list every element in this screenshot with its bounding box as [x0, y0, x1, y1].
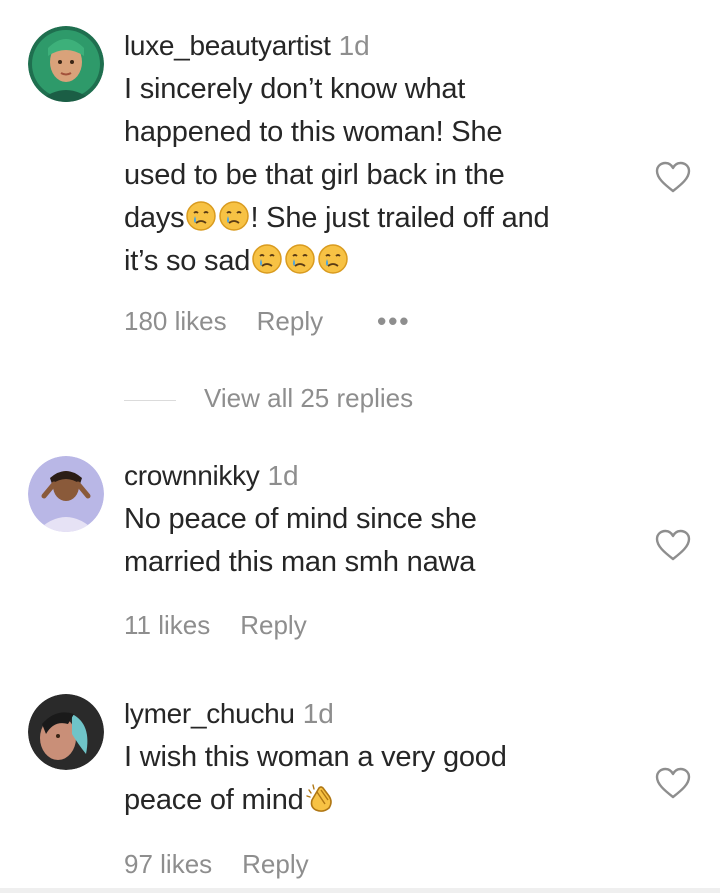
profile-photo-icon [28, 456, 104, 532]
reply-button[interactable]: Reply [240, 610, 306, 641]
likes-count[interactable]: 180 likes [124, 306, 227, 337]
comment-line: I wish this woman a very good [124, 741, 507, 773]
comment-line: used to be that girl back in the [124, 159, 505, 191]
like-heart-icon[interactable] [654, 528, 692, 562]
crying-face-emoji-icon [317, 243, 349, 275]
avatar-lymer-chuchu[interactable] [28, 694, 104, 770]
comment-text: I sincerely don’t know what happened to … [124, 68, 644, 283]
comment-text: I wish this woman a very good peace of m… [124, 736, 644, 822]
comment-meta: 180 likes Reply ••• [124, 306, 410, 337]
profile-photo-icon [28, 694, 104, 770]
crying-face-emoji-icon [185, 200, 217, 232]
likes-count[interactable]: 97 likes [124, 849, 212, 880]
like-heart-icon[interactable] [654, 766, 692, 800]
comment-header: crownnikky 1d [124, 458, 644, 494]
comment-text: No peace of mind since she married this … [124, 498, 644, 584]
avatar-crownnikky[interactable] [28, 456, 104, 532]
view-replies-label[interactable]: View all 25 replies [204, 383, 413, 413]
bottom-divider [0, 888, 720, 893]
view-replies-button[interactable]: View all 25 replies [124, 383, 413, 414]
comment-line: it’s so sad [124, 240, 644, 283]
comment-line: married this man smh nawa [124, 546, 476, 578]
comment-body: crownnikky 1d No peace of mind since she … [124, 458, 644, 584]
clapping-hands-emoji-icon [305, 782, 337, 814]
username[interactable]: crownnikky [124, 460, 260, 491]
reply-button[interactable]: Reply [257, 306, 323, 337]
timestamp[interactable]: 1d [267, 460, 298, 491]
replies-divider [124, 399, 176, 401]
more-options-icon[interactable]: ••• [377, 306, 410, 337]
comment-line: days ! She just trailed off and [124, 197, 644, 240]
comment-body: lymer_chuchu 1d I wish this woman a very … [124, 696, 644, 822]
crying-face-emoji-icon [218, 200, 250, 232]
timestamp[interactable]: 1d [339, 30, 370, 61]
avatar-luxe-beautyartist[interactable] [28, 26, 104, 102]
comment-header: lymer_chuchu 1d [124, 696, 644, 732]
profile-photo-icon [28, 26, 104, 102]
comment-line: peace of mind [124, 779, 644, 822]
comment-text-fragment: ! She just trailed off and [250, 202, 550, 234]
comment-text-fragment: days [124, 202, 185, 234]
likes-count[interactable]: 11 likes [124, 610, 210, 641]
username[interactable]: luxe_beautyartist [124, 30, 331, 61]
comment-header: luxe_beautyartist 1d [124, 28, 644, 64]
like-heart-icon[interactable] [654, 160, 692, 194]
comment-text-fragment: it’s so sad [124, 245, 251, 277]
comment-meta: 11 likes Reply [124, 610, 307, 641]
timestamp[interactable]: 1d [303, 698, 334, 729]
crying-face-emoji-icon [284, 243, 316, 275]
comment-meta: 97 likes Reply [124, 849, 309, 880]
comment-line: No peace of mind since she [124, 503, 477, 535]
reply-button[interactable]: Reply [242, 849, 308, 880]
comment-text-fragment: peace of mind [124, 784, 304, 816]
comment-line: I sincerely don’t know what [124, 73, 466, 105]
crying-face-emoji-icon [251, 243, 283, 275]
username[interactable]: lymer_chuchu [124, 698, 295, 729]
comment-body: luxe_beautyartist 1d I sincerely don’t kn… [124, 28, 644, 283]
comment-line: happened to this woman! She [124, 116, 503, 148]
